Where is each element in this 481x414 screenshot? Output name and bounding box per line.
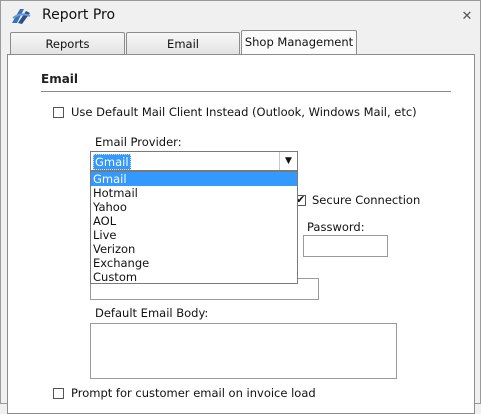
title-bar: Report Pro ✕: [1, 1, 480, 31]
provider-option[interactable]: Yahoo: [91, 200, 297, 214]
provider-option[interactable]: Verizon: [91, 242, 297, 256]
provider-option[interactable]: Gmail: [91, 172, 297, 186]
provider-option[interactable]: Exchange: [91, 256, 297, 270]
email-settings-panel: Email Use Default Mail Client Instead (O…: [7, 54, 475, 414]
default-email-body-label: Default Email Body:: [95, 306, 209, 320]
tab-email[interactable]: Email: [126, 32, 240, 54]
password-input[interactable]: [303, 235, 388, 257]
report-pro-window: Report Pro ✕ Reports Email Shop Manageme…: [0, 0, 481, 414]
section-title: Email: [41, 72, 79, 86]
provider-option[interactable]: Custom: [91, 270, 297, 284]
prompt-customer-email-label: Prompt for customer email on invoice loa…: [71, 386, 316, 400]
app-logo-icon: [12, 9, 31, 24]
password-label: Password:: [307, 220, 365, 234]
email-provider-label: Email Provider:: [95, 135, 182, 149]
provider-option[interactable]: AOL: [91, 214, 297, 228]
chevron-down-icon[interactable]: ▼: [279, 152, 297, 170]
tab-shop-management[interactable]: Shop Management: [241, 30, 357, 54]
provider-option[interactable]: Hotmail: [91, 186, 297, 200]
email-provider-select[interactable]: Gmail ▼: [90, 151, 298, 171]
secure-connection-label: Secure Connection: [312, 193, 421, 207]
use-default-client-label: Use Default Mail Client Instead (Outlook…: [71, 105, 417, 119]
email-provider-dropdown-list: Gmail Hotmail Yahoo AOL Live Verizon Exc…: [90, 171, 298, 284]
use-default-client-checkbox[interactable]: [53, 107, 64, 118]
window-title: Report Pro: [42, 7, 116, 23]
prompt-customer-email-checkbox[interactable]: [53, 388, 64, 399]
close-icon[interactable]: ✕: [460, 10, 474, 24]
email-provider-value: Gmail: [93, 154, 131, 170]
default-email-body-textarea[interactable]: [90, 323, 397, 379]
tab-reports[interactable]: Reports: [10, 32, 125, 54]
provider-option[interactable]: Live: [91, 228, 297, 242]
section-divider: [41, 91, 451, 92]
